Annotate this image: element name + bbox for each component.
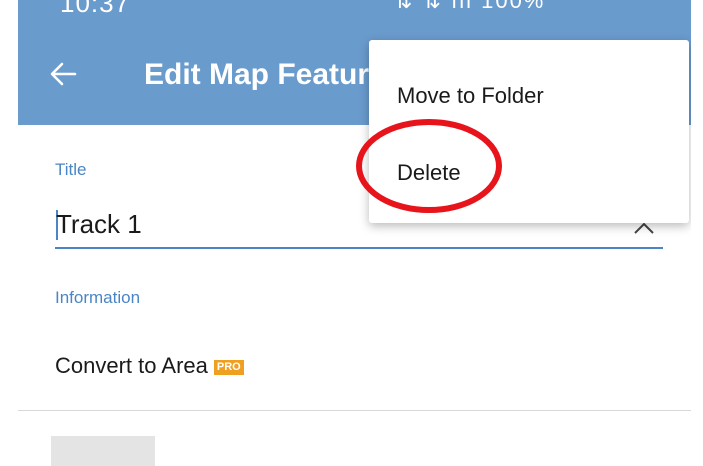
divider <box>18 410 691 411</box>
status-bar: 10:37 ⇅ ⇅ ıll 100% <box>18 0 691 22</box>
chevron-up-icon[interactable] <box>633 221 655 235</box>
menu-item-move-to-folder[interactable]: Move to Folder <box>397 83 544 109</box>
battery-level: 100% <box>481 0 546 13</box>
phone-screen: 10:37 ⇅ ⇅ ıll 100% Edit Map Feature Titl… <box>18 0 691 466</box>
arrow-left-icon[interactable] <box>48 59 78 89</box>
page-title: Edit Map Feature <box>144 58 386 91</box>
convert-to-area-button[interactable]: Convert to Area PRO <box>55 353 244 379</box>
title-label: Title <box>55 160 87 179</box>
information-label: Information <box>55 288 141 307</box>
signal-icon: ⇅ ⇅ ıll <box>394 0 482 13</box>
menu-item-delete[interactable]: Delete <box>397 160 461 186</box>
preview-thumbnail <box>51 436 155 466</box>
pro-badge: PRO <box>213 360 244 375</box>
status-icons: ⇅ ⇅ ıll 100% <box>394 0 545 14</box>
convert-to-area-label: Convert to Area <box>55 353 208 378</box>
overflow-menu: Move to Folder Delete <box>369 40 689 223</box>
title-input[interactable]: Track 1 <box>56 209 142 240</box>
status-time: 10:37 <box>60 0 131 18</box>
